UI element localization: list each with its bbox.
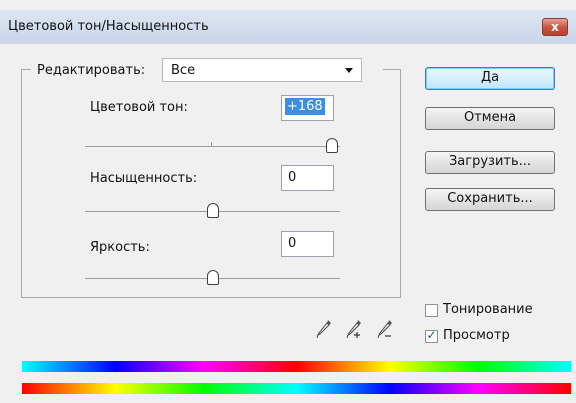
- adjustments-group: [21, 69, 401, 298]
- eyedropper-subtract-icon[interactable]: [376, 318, 394, 340]
- close-icon: x: [551, 20, 559, 34]
- edit-select[interactable]: Все: [162, 58, 362, 82]
- saturation-label: Насыщенность:: [90, 171, 198, 186]
- cancel-button[interactable]: Отмена: [425, 107, 555, 130]
- hue-slider-track[interactable]: [85, 142, 340, 147]
- ok-button[interactable]: Да: [425, 67, 555, 90]
- colorize-label[interactable]: Тонирование: [443, 302, 533, 317]
- hue-slider-center-tick: [211, 142, 212, 146]
- hue-input[interactable]: +168: [281, 95, 334, 121]
- hue-input-value: +168: [285, 98, 325, 115]
- hue-slider-thumb[interactable]: [326, 138, 338, 153]
- preview-label[interactable]: Просмотр: [443, 328, 510, 343]
- saturation-slider-thumb[interactable]: [207, 203, 219, 218]
- hue-label: Цветовой тон:: [90, 100, 188, 115]
- chevron-down-icon[interactable]: [345, 68, 353, 73]
- lightness-input-value: 0: [288, 236, 297, 251]
- adjusted-spectrum-bar[interactable]: [22, 361, 571, 372]
- colorize-checkbox[interactable]: [425, 304, 438, 317]
- checkmark-icon: ✓: [426, 328, 437, 342]
- load-button[interactable]: Загрузить...: [425, 151, 555, 174]
- eyedropper-add-icon[interactable]: [345, 318, 363, 340]
- lightness-slider-thumb[interactable]: [207, 270, 219, 285]
- edit-select-value: Все: [171, 63, 196, 78]
- close-button[interactable]: x: [542, 18, 568, 36]
- dialog-title: Цветовой тон/Насыщенность: [8, 19, 209, 34]
- saturation-input-value: 0: [288, 170, 297, 185]
- preview-checkbox[interactable]: ✓: [425, 328, 438, 343]
- edit-label: Редактировать:: [37, 63, 146, 78]
- lightness-label: Яркость:: [90, 240, 150, 255]
- original-spectrum-bar: [22, 383, 571, 394]
- hue-saturation-dialog: Цветовой тон/Насыщенность x Редактироват…: [0, 0, 576, 403]
- title-bar[interactable]: Цветовой тон/Насыщенность x: [0, 10, 576, 44]
- lightness-input[interactable]: 0: [281, 231, 334, 257]
- save-button[interactable]: Сохранить...: [425, 188, 555, 211]
- saturation-input[interactable]: 0: [281, 165, 334, 191]
- eyedropper-icon[interactable]: [315, 318, 333, 340]
